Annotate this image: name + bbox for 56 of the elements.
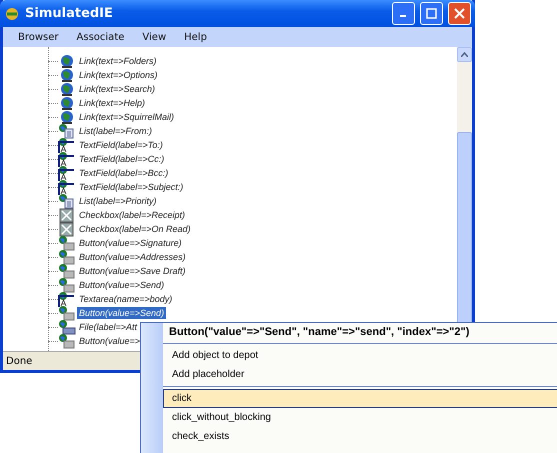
list-element-icon [58, 123, 76, 139]
tree-item[interactable]: Link(text=>Options) [77, 69, 160, 81]
tree-item[interactable]: Button(value=> [77, 335, 142, 347]
tree-item[interactable]: List(label=>Priority) [77, 195, 159, 207]
tree-item[interactable]: TextField(label=>Subject:) [77, 181, 186, 193]
tree-item[interactable]: TextField(label=>To:) [77, 139, 165, 151]
tree-item[interactable]: Link(text=>Search) [77, 83, 158, 95]
list-element-icon [58, 193, 76, 209]
minimize-button[interactable] [392, 2, 415, 25]
link-element-icon [58, 81, 76, 97]
close-icon [454, 8, 465, 19]
menu-title: Button("value"=>"Send", "name"=>"send", "index"=>"2") [168, 325, 470, 340]
menu-item[interactable]: Associate [68, 32, 134, 42]
scroll-up-icon [461, 52, 468, 57]
tree-item[interactable]: Button(value=>Save Draft) [77, 265, 188, 277]
checkbox-element-icon [58, 221, 76, 237]
tree-item[interactable]: Button(value=>Addresses) [77, 251, 188, 263]
link-element-icon [58, 95, 76, 111]
window-title: SimulatedIE [25, 6, 114, 21]
button-element-icon [58, 277, 76, 293]
tree-item[interactable]: Link(text=>Folders) [77, 55, 159, 67]
tree-item[interactable]: Link(text=>SquirrelMail) [77, 111, 176, 123]
maximize-icon [426, 8, 437, 19]
link-element-icon [58, 53, 76, 69]
button-element-icon [58, 263, 76, 279]
menu-item[interactable]: Help [175, 32, 216, 42]
menu-item[interactable]: Add placeholder [163, 365, 557, 384]
tree-item[interactable]: TextField(label=>Bcc:) [77, 167, 170, 179]
tree-item[interactable]: Button(value=>Send) [77, 307, 166, 319]
app-icon [4, 6, 20, 20]
menu-item[interactable]: Add object to depot [163, 346, 557, 365]
button-element-icon [58, 249, 76, 265]
tree-item[interactable]: Button(value=>Send) [77, 279, 166, 291]
close-button[interactable] [448, 2, 471, 25]
tree-item[interactable]: Checkbox(label=>On Read) [77, 223, 193, 235]
maximize-button[interactable] [420, 2, 443, 25]
menu-item[interactable]: Browser [9, 32, 68, 42]
menu-item[interactable]: click [163, 389, 557, 408]
button-element-icon [58, 305, 76, 321]
menu-item[interactable]: View [133, 32, 176, 42]
tree-item[interactable]: Textarea(name=>body) [77, 293, 174, 305]
link-element-icon [58, 67, 76, 83]
tree-item[interactable]: TextField(label=>Cc:) [77, 153, 166, 165]
button-element-icon [58, 235, 76, 251]
tree-item[interactable]: File(label=>Att [77, 321, 140, 333]
tree-item[interactable]: Link(text=>Help) [77, 97, 148, 109]
button-element-icon [58, 333, 76, 349]
checkbox-element-icon [58, 207, 76, 223]
link-element-icon [58, 109, 76, 125]
menu-item[interactable]: click_without_blocking [163, 408, 557, 427]
file-element-icon [58, 319, 76, 335]
menu-item[interactable]: check_exists [163, 427, 557, 446]
tree-item[interactable]: List(label=>From:) [77, 125, 154, 137]
tree-item[interactable]: Checkbox(label=>Receipt) [77, 209, 188, 221]
tree-item[interactable]: Button(value=>Signature) [77, 237, 184, 249]
status-text: Done [6, 356, 32, 366]
